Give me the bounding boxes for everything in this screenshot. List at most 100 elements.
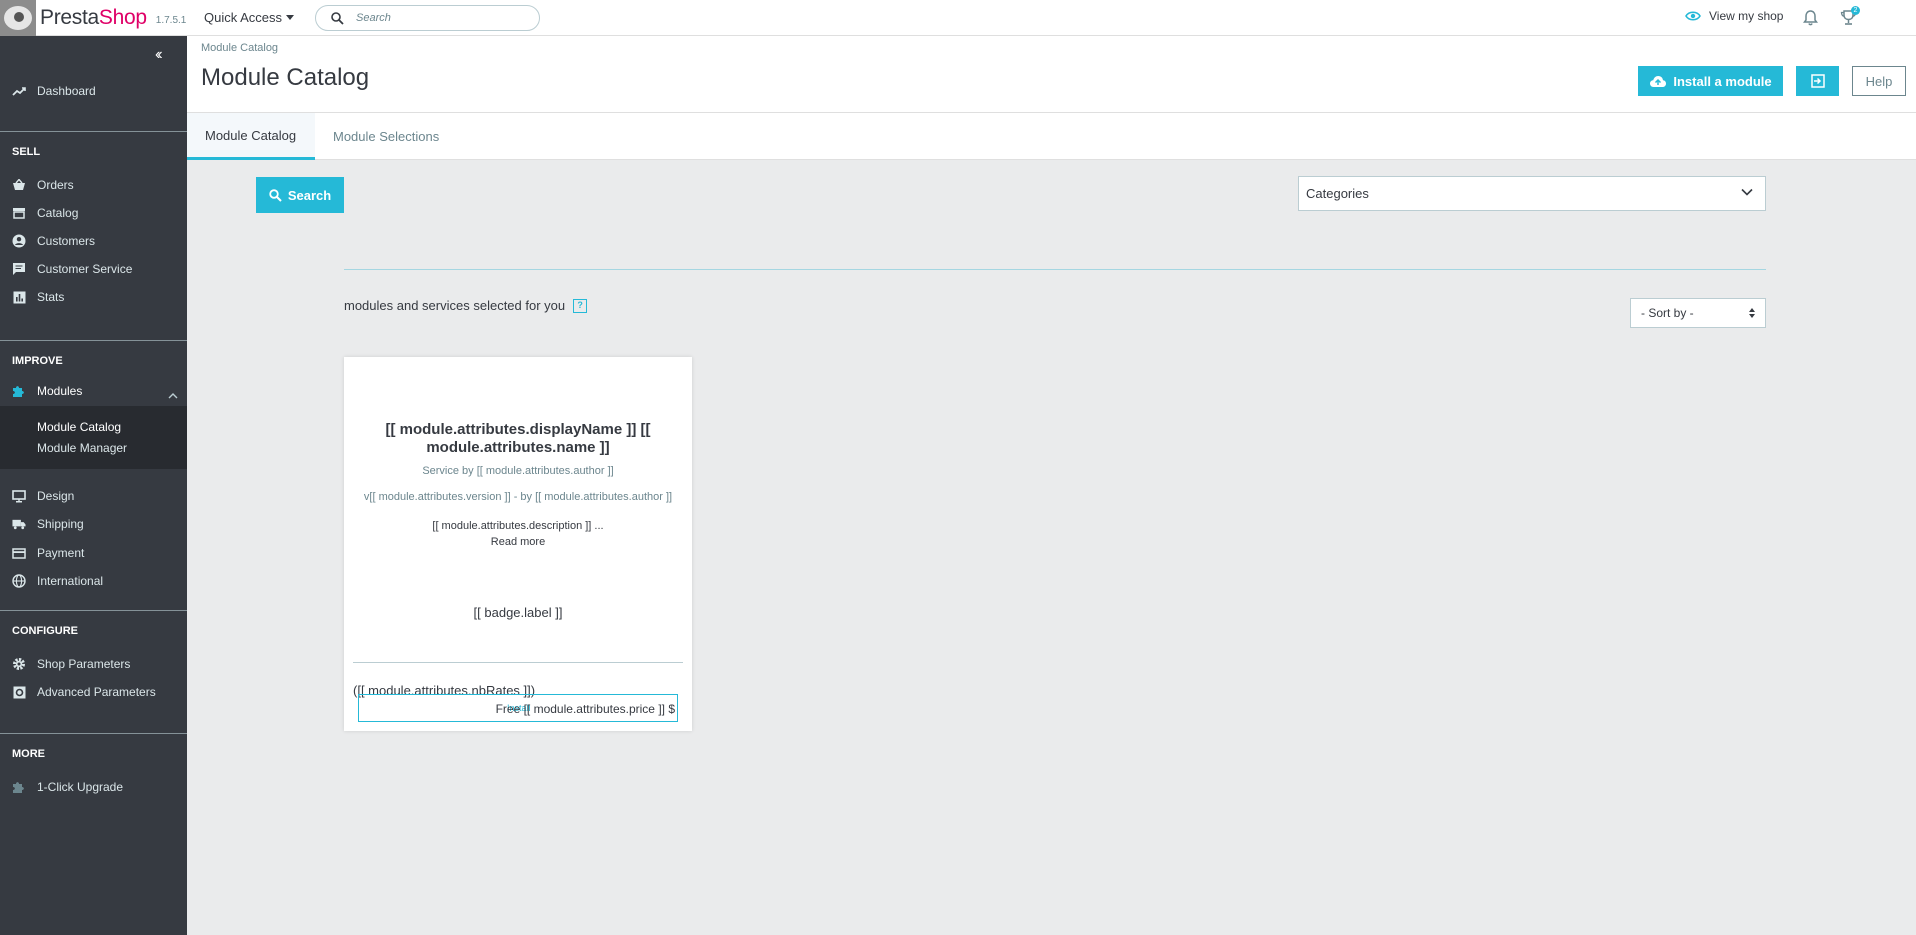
sidebar-subitem-module-catalog[interactable]: Module Catalog [37, 420, 121, 434]
sidebar-item-design[interactable]: Design [0, 484, 187, 508]
module-badge: [[ badge.label ]] [473, 605, 563, 620]
sidebar-item-international[interactable]: International [0, 569, 187, 593]
caret-down-icon [286, 15, 295, 20]
desktop-icon [12, 489, 26, 503]
sidebar-item-label: Payment [37, 546, 85, 560]
globe-icon [12, 574, 26, 588]
sidebar-divider [0, 340, 187, 341]
section-label-more: MORE [12, 748, 45, 760]
top-header: PrestaShop 1.7.5.1 Quick Access View my … [0, 0, 1916, 36]
install-module-button[interactable]: Install a module [1638, 66, 1783, 96]
help-button[interactable]: Help [1852, 66, 1906, 96]
section-label-configure: CONFIGURE [12, 625, 78, 637]
puzzle-icon [12, 384, 26, 403]
sidebar-divider [0, 131, 187, 132]
sidebar-item-label: Design [37, 489, 75, 503]
chevron-up-icon[interactable] [168, 386, 178, 404]
addons-login-button[interactable] [1796, 66, 1839, 96]
login-icon [1810, 74, 1825, 88]
sidebar-item-modules[interactable]: Modules [0, 376, 187, 406]
chat-icon [12, 262, 26, 276]
search-input[interactable] [356, 12, 516, 24]
module-author: Service by [[ module.attributes.author ]… [422, 465, 614, 477]
sort-arrows-icon [1749, 308, 1755, 318]
module-card[interactable]: [[ module.attributes.displayName ]] [[ m… [344, 357, 692, 731]
basket-icon [12, 178, 26, 192]
sort-by-select[interactable]: - Sort by - [1630, 298, 1766, 328]
read-more-link[interactable]: Read more [344, 536, 692, 548]
quick-access-dropdown[interactable]: Quick Access [204, 10, 295, 25]
sidebar-item-customer-service[interactable]: Customer Service [0, 257, 187, 281]
sidebar-item-catalog[interactable]: Catalog [0, 201, 187, 225]
sort-by-label: - Sort by - [1641, 306, 1694, 320]
sidebar-item-orders[interactable]: Orders [0, 173, 187, 197]
eye-icon [1685, 11, 1701, 21]
version-label: 1.7.5.1 [155, 14, 187, 26]
notification-badge: 2 [1851, 6, 1860, 15]
cloud-upload-icon [1650, 75, 1667, 87]
section-label-improve: IMPROVE [12, 355, 63, 367]
view-my-shop-link[interactable]: View my shop [1685, 9, 1783, 23]
sidebar-item-label: Customers [37, 234, 96, 248]
chevron-down-icon [1741, 188, 1753, 196]
sidebar-item-dashboard[interactable]: Dashboard [0, 79, 187, 103]
sidebar-item-payment[interactable]: Payment [0, 541, 187, 565]
trending-up-icon [12, 84, 26, 98]
trophy-icon[interactable]: 2 [1840, 6, 1860, 31]
header-search [315, 5, 540, 31]
sidebar-item-label: Modules [37, 384, 83, 398]
page-title: Module Catalog [201, 64, 370, 91]
sidebar-item-label: International [37, 574, 104, 588]
selected-modules-label: modules and services selected for you [344, 298, 566, 313]
settings-box-icon [12, 685, 26, 699]
credit-card-icon [12, 546, 26, 560]
module-version: v[[ module.attributes.version ]] - by [[… [363, 491, 673, 503]
sidebar-item-stats[interactable]: Stats [0, 285, 187, 309]
bell-icon[interactable] [1803, 9, 1818, 31]
sidebar-item-1-click-upgrade[interactable]: 1-Click Upgrade [0, 775, 187, 799]
prestashop-logo-icon [0, 0, 36, 36]
sidebar-item-advanced-parameters[interactable]: Advanced Parameters [0, 680, 187, 704]
view-my-shop-label: View my shop [1709, 9, 1784, 23]
search-icon[interactable] [331, 11, 344, 25]
sidebar-divider [0, 733, 187, 734]
separator [344, 269, 1766, 270]
help-icon[interactable]: ? [573, 298, 588, 313]
categories-dropdown[interactable]: Categories [1298, 176, 1766, 211]
breadcrumb[interactable]: Module Catalog [201, 42, 278, 54]
tab-module-catalog[interactable]: Module Catalog [187, 113, 315, 160]
tab-module-selections[interactable]: Module Selections [315, 113, 457, 160]
module-description: [[ module.attributes.description ]] ... [432, 520, 604, 532]
gear-icon [12, 657, 26, 671]
sidebar-item-label: Stats [37, 290, 65, 304]
sidebar: ‹‹ Dashboard SELL Orders Catalog Custome… [0, 36, 187, 935]
sidebar-item-label: Customer Service [37, 262, 133, 276]
store-icon [12, 206, 26, 220]
search-icon [269, 188, 282, 202]
section-label-sell: SELL [12, 146, 41, 158]
bar-chart-icon [12, 290, 26, 304]
sidebar-item-label: 1-Click Upgrade [37, 780, 124, 794]
sidebar-item-customers[interactable]: Customers [0, 229, 187, 253]
puzzle-icon [12, 780, 26, 794]
tab-bar: Module Catalog Module Selections [187, 112, 1916, 160]
search-button[interactable]: Search [256, 177, 344, 213]
sidebar-subitem-module-manager[interactable]: Module Manager [37, 441, 127, 455]
sidebar-item-shop-parameters[interactable]: Shop Parameters [0, 652, 187, 676]
module-install-button[interactable]: Install Free [[ module.attributes.price … [358, 694, 678, 722]
quick-access-label: Quick Access [204, 10, 283, 25]
sidebar-item-label: Catalog [37, 206, 79, 220]
search-button-label: Search [287, 187, 332, 203]
install-module-label: Install a module [1673, 73, 1772, 89]
sidebar-divider [0, 610, 187, 611]
module-price: Free [[ module.attributes.price ]] $ [495, 702, 675, 716]
sidebar-item-shipping[interactable]: Shipping [0, 512, 187, 536]
logo[interactable]: PrestaShop 1.7.5.1 [0, 0, 186, 36]
card-separator [353, 662, 683, 663]
sidebar-item-label: Dashboard [37, 84, 96, 98]
sidebar-item-label: Advanced Parameters [37, 685, 156, 699]
page-header: Module Catalog Module Catalog Install a … [187, 36, 1916, 112]
module-title[interactable]: [[ module.attributes.displayName ]] [[ m… [364, 421, 672, 457]
sidebar-item-label: Shipping [37, 517, 84, 531]
collapse-sidebar-icon[interactable]: ‹‹ [155, 46, 162, 64]
